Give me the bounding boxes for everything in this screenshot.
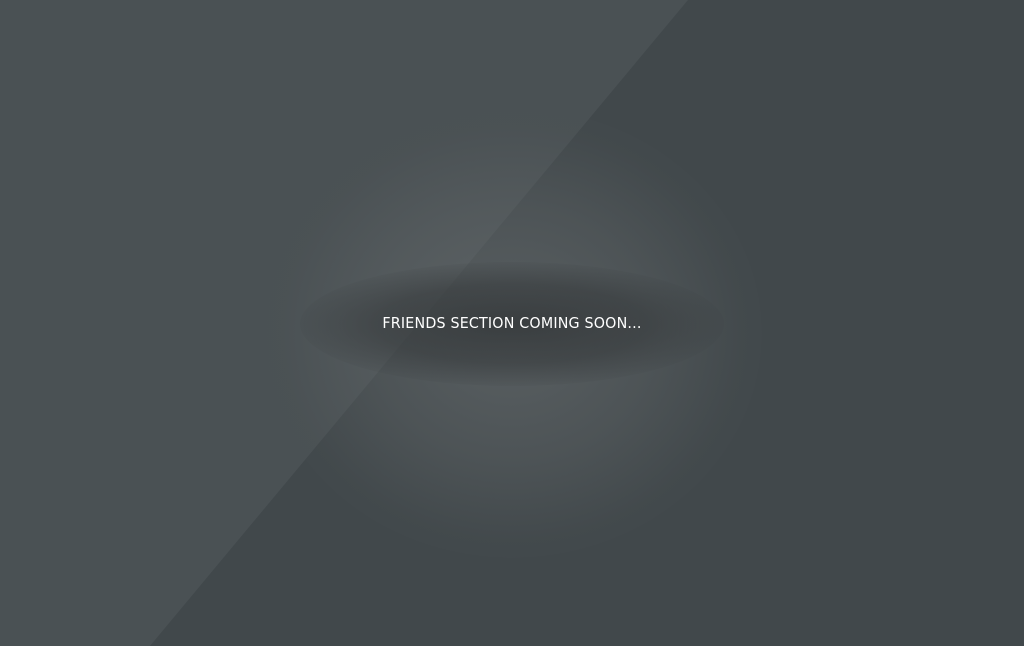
coming-soon-message: FRIENDS SECTION COMING SOON... [382,314,642,332]
coming-soon-screen: FRIENDS SECTION COMING SOON... [0,0,1024,646]
